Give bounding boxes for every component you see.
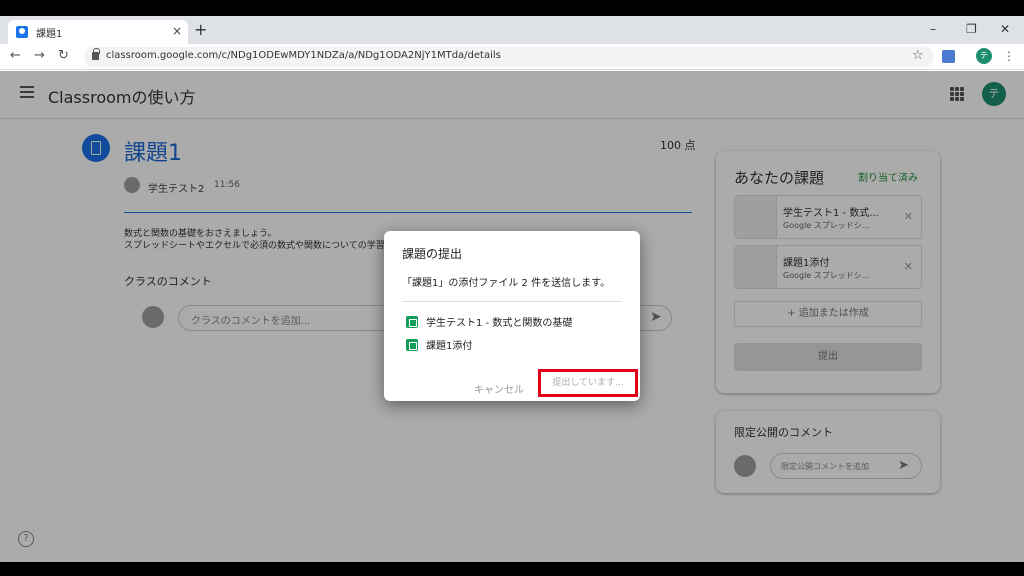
dialog-file-item: 学生テスト1 - 数式と関数の基礎	[406, 314, 572, 329]
submitting-button[interactable]: 提出しています...	[538, 369, 638, 397]
minimize-icon[interactable]: –	[930, 21, 936, 37]
dialog-file-name: 学生テスト1 - 数式と関数の基礎	[426, 318, 573, 329]
browser-tab[interactable]: 課題1 ×	[8, 20, 188, 44]
google-sheets-icon	[406, 316, 418, 328]
back-icon[interactable]: ←	[10, 48, 21, 64]
browser-window: 課題1 × + – ❐ ✕ ← → ↻ classroom.google.com…	[0, 16, 1024, 562]
dialog-file-item: 課題1添付	[406, 337, 472, 352]
bookmark-star-icon[interactable]: ☆	[912, 48, 924, 64]
dialog-file-name: 課題1添付	[426, 341, 473, 352]
submit-dialog: 課題の提出 「課題1」の添付ファイル 2 件を送信します。 学生テスト1 - 数…	[384, 231, 640, 401]
profile-avatar[interactable]: テ	[976, 48, 992, 64]
forward-icon[interactable]: →	[34, 48, 45, 64]
tab-title: 課題1	[36, 29, 63, 40]
lock-icon	[92, 48, 100, 60]
google-sheets-icon	[406, 339, 418, 351]
browser-menu-icon[interactable]: ⋮	[1003, 48, 1015, 64]
url-text: classroom.google.com/c/NDg1ODEwMDY1NDZa/…	[106, 50, 501, 61]
dialog-title: 課題の提出	[402, 247, 463, 261]
close-window-icon[interactable]: ✕	[1000, 21, 1010, 37]
dialog-message: 「課題1」の添付ファイル 2 件を送信します。	[402, 278, 611, 289]
new-tab-icon[interactable]: +	[194, 20, 207, 40]
address-bar[interactable]: classroom.google.com/c/NDg1ODEwMDY1NDZa/…	[84, 47, 934, 67]
translate-extension-icon[interactable]	[942, 50, 955, 63]
tab-strip: 課題1 × + – ❐ ✕	[0, 16, 1024, 44]
classroom-favicon-icon	[16, 26, 28, 38]
dialog-divider	[402, 301, 622, 302]
maximize-icon[interactable]: ❐	[966, 21, 977, 37]
cancel-button[interactable]: キャンセル	[474, 381, 524, 396]
tab-close-icon[interactable]: ×	[172, 23, 182, 39]
browser-toolbar: ← → ↻ classroom.google.com/c/NDg1ODEwMDY…	[0, 44, 1024, 70]
reload-icon[interactable]: ↻	[58, 48, 69, 64]
